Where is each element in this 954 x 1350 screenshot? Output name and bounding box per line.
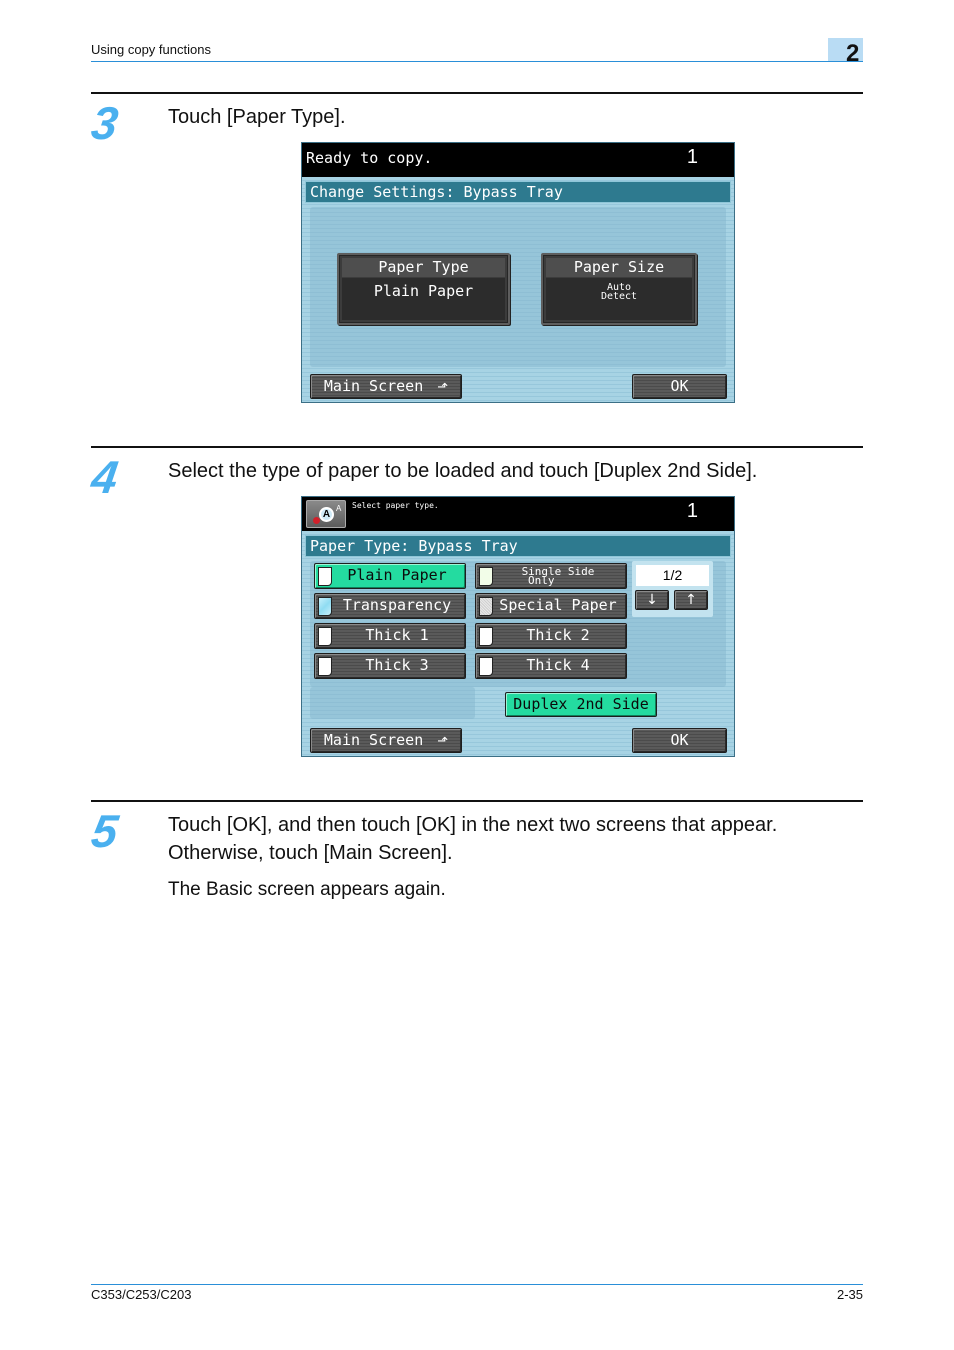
status-message: Ready to copy. [306,149,433,167]
screen-title: Paper Type: Bypass Tray [305,535,731,557]
thick-paper-icon [479,657,493,676]
paper-option-transparency[interactable]: Transparency [314,593,466,619]
panel-body: Paper Type: Bypass Tray Plain Paper Sing… [302,531,734,756]
page-up-button[interactable]: ↑ [674,590,708,610]
duplex-label: Duplex 2nd Side [513,695,649,713]
arrow-down-icon: ↓ [646,592,658,608]
arrow-up-icon: ↑ [685,592,697,608]
step-number: 5 [88,805,122,857]
paper-option-special-paper[interactable]: Special Paper [475,593,627,619]
option-label: Thick 3 [365,656,429,674]
thick-paper-icon [479,627,493,646]
step-result: The Basic screen appears again. [168,879,446,900]
paper-type-button[interactable]: Paper Type Plain Paper [337,253,510,325]
header-divider [91,61,863,62]
page-down-button[interactable]: ↓ [635,590,669,610]
paper-type-value: Plain Paper [342,278,505,320]
footer-page-number: 2-35 [836,1287,863,1302]
duplex-2nd-side-button[interactable]: Duplex 2nd Side [505,692,657,717]
status-bar: A A Select paper type. 1 [302,497,734,531]
step-instruction: Touch [OK], and then touch [OK] in the n… [168,814,778,836]
paper-type-label: Paper Type [342,258,505,277]
paper-option-single-side-only[interactable]: Single Side Only [475,563,627,589]
status-bar: Ready to copy. 1 [302,143,734,177]
paper-option-thick-3[interactable]: Thick 3 [314,653,466,679]
step-instruction: Select the type of paper to be loaded an… [168,460,758,482]
thick-paper-icon [318,627,332,646]
option-label: Plain Paper [347,566,447,584]
page-navigator: 1/2 ↓ ↑ [632,561,713,617]
panel-body: Change Settings: Bypass Tray Paper Type … [302,177,734,402]
ok-button[interactable]: OK [632,728,727,753]
main-screen-button[interactable]: Main Screen ⬏ [310,374,462,399]
touch-panel-screenshot: A A Select paper type. 1 Paper Type: Byp… [301,496,735,757]
return-arrow-icon: ⬏ [437,734,449,749]
step-divider [91,92,863,94]
chapter-number: 2 [846,40,860,67]
step-divider [91,446,863,448]
single-side-paper-icon [479,567,493,586]
plain-paper-icon [318,567,332,586]
option-label-line1: Single Side [521,565,595,578]
copy-count: 1 [686,500,698,522]
paper-option-plain-paper[interactable]: Plain Paper [314,563,466,589]
option-label: Special Paper [499,596,617,614]
main-screen-button[interactable]: Main Screen ⬏ [310,728,462,753]
lower-left-area [310,687,475,719]
footer-model: C353/C253/C203 [91,1287,192,1302]
copy-count: 1 [686,146,698,168]
return-arrow-icon: ⬏ [437,380,449,395]
option-label: Thick 1 [365,626,429,644]
touch-panel-screenshot: Ready to copy. 1 Change Settings: Bypass… [301,142,735,403]
paper-option-thick-2[interactable]: Thick 2 [475,623,627,649]
special-paper-icon [479,597,493,616]
step-instruction-continued: Otherwise, touch [Main Screen]. [168,842,453,864]
font-size-icon: A [319,507,334,522]
main-screen-label: Main Screen [323,377,424,395]
screen-title: Change Settings: Bypass Tray [305,181,731,203]
ok-label: OK [670,377,689,395]
main-screen-label: Main Screen [323,731,424,749]
step-divider [91,800,863,802]
footer-divider [91,1284,863,1285]
option-label: Transparency [342,596,452,614]
status-message: Select paper type. [352,501,439,510]
option-label: Single Side Only [490,564,626,586]
page-indicator: 1/2 [636,565,709,586]
option-label: Thick 2 [526,626,590,644]
option-label: Thick 4 [526,656,590,674]
paper-option-thick-1[interactable]: Thick 1 [314,623,466,649]
paper-size-value: Auto Detect [546,278,692,320]
step-number: 3 [88,97,122,149]
paper-size-value-line2: Detect [600,291,638,302]
ok-label: OK [670,731,689,749]
section-header-title: Using copy functions [91,42,211,57]
transparency-icon [318,597,332,616]
thick-paper-icon [318,657,332,676]
accessibility-mode-button[interactable]: A A [306,500,346,528]
ok-button[interactable]: OK [632,374,727,399]
step-number: 4 [88,451,122,503]
font-size-small-icon: A [336,504,342,513]
paper-size-button[interactable]: Paper Size Auto Detect [541,253,697,325]
step-instruction: Touch [Paper Type]. [168,106,346,128]
paper-option-thick-4[interactable]: Thick 4 [475,653,627,679]
paper-size-label: Paper Size [546,258,692,277]
